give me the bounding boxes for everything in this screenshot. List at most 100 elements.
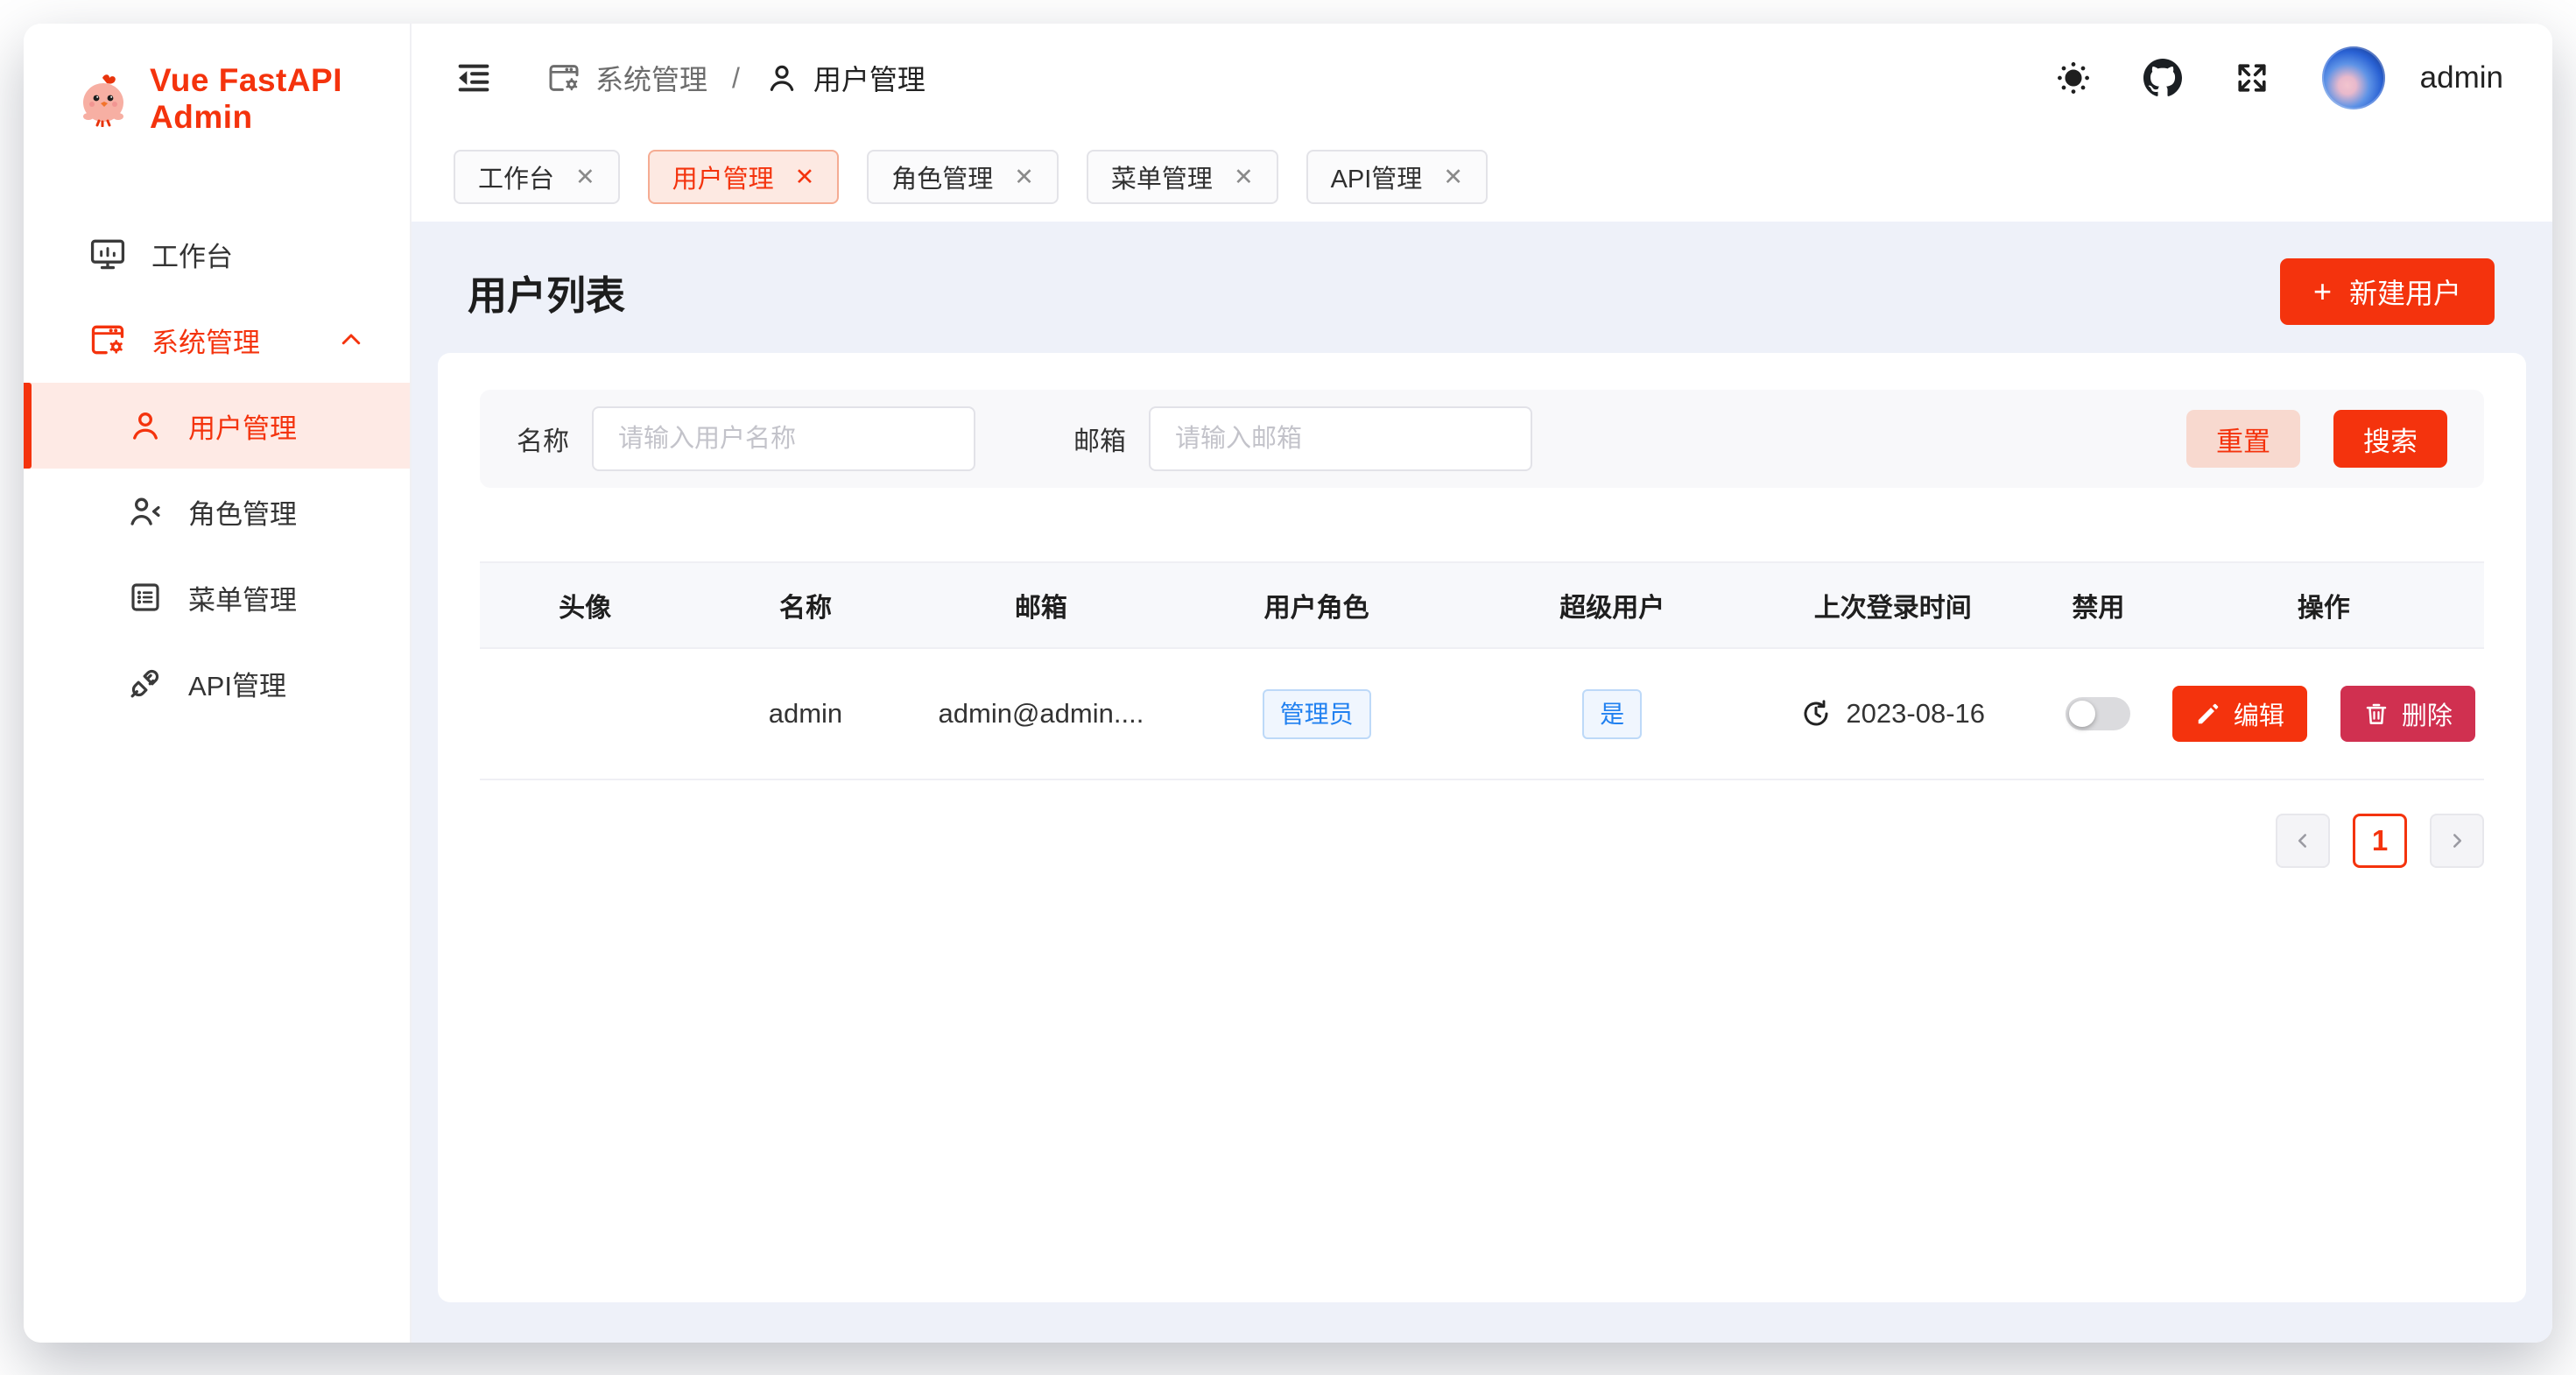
tab-label: 角色管理 — [891, 159, 993, 195]
page-title: 用户列表 — [468, 264, 625, 321]
close-icon[interactable]: ✕ — [575, 166, 595, 189]
main-area: 系统管理 / 用户管理 — [412, 24, 2552, 1343]
cell-superuser: 是 — [1472, 689, 1752, 739]
superuser-tag: 是 — [1582, 689, 1642, 739]
logo[interactable]: Vue FastAPI Admin — [24, 24, 410, 136]
page-header: 用户列表 + 新建用户 — [438, 222, 2526, 353]
cell-actions: 编辑 删除 — [2164, 686, 2484, 742]
pagination-next-button[interactable] — [2430, 814, 2484, 868]
window-gear-icon — [546, 60, 581, 95]
user-list-card: 名称 邮箱 重置 搜索 头像 名称 邮箱 用户角色 — [438, 353, 2526, 1302]
close-icon[interactable]: ✕ — [1234, 166, 1254, 189]
column-header-last-login: 上次登录时间 — [1752, 586, 2032, 624]
sidebar-item-api-management[interactable]: API管理 — [24, 640, 410, 726]
list-icon — [127, 579, 164, 616]
window-gear-icon — [88, 321, 127, 359]
disabled-toggle[interactable] — [2066, 697, 2130, 730]
header-actions: admin — [2054, 46, 2503, 109]
search-button[interactable]: 搜索 — [2333, 410, 2447, 468]
sidebar: Vue FastAPI Admin 工作台 — [24, 24, 412, 1343]
name-filter-label: 名称 — [517, 420, 569, 458]
close-icon[interactable]: ✕ — [795, 166, 815, 189]
breadcrumb-label: 系统管理 — [595, 58, 707, 98]
plus-icon: + — [2313, 276, 2332, 307]
new-user-button-label: 新建用户 — [2349, 271, 2461, 312]
screenshot-canvas: Vue FastAPI Admin 工作台 — [0, 0, 2576, 1375]
pagination-page-1[interactable]: 1 — [2353, 814, 2407, 868]
tab-api-management[interactable]: API管理 ✕ — [1306, 150, 1488, 204]
monitor-icon — [88, 235, 127, 273]
sidebar-menu: 工作台 系统管理 — [24, 211, 410, 726]
chicken-logo-icon — [76, 71, 132, 127]
tab-label: 工作台 — [478, 159, 554, 195]
app-title: Vue FastAPI Admin — [150, 62, 410, 136]
column-header-role: 用户角色 — [1161, 586, 1472, 624]
close-icon[interactable]: ✕ — [1443, 166, 1463, 189]
new-user-button[interactable]: + 新建用户 — [2280, 258, 2495, 325]
sidebar-item-system[interactable]: 系统管理 — [24, 297, 410, 383]
email-filter-input[interactable] — [1149, 406, 1532, 471]
pagination: 1 — [480, 814, 2484, 868]
sidebar-item-user-management[interactable]: 用户管理 — [24, 383, 410, 469]
sidebar-collapse-icon[interactable] — [454, 58, 494, 98]
tab-role-management[interactable]: 角色管理 ✕ — [867, 150, 1059, 204]
app-window: Vue FastAPI Admin 工作台 — [24, 24, 2552, 1343]
tab-label: 用户管理 — [672, 159, 774, 195]
fullscreen-icon[interactable] — [2233, 59, 2271, 97]
tab-label: 菜单管理 — [1111, 159, 1213, 195]
column-header-disabled: 禁用 — [2033, 586, 2164, 624]
user-avatar[interactable] — [2322, 46, 2385, 109]
role-tag: 管理员 — [1263, 689, 1371, 739]
edit-button[interactable]: 编辑 — [2172, 686, 2307, 742]
tab-user-management[interactable]: 用户管理 ✕ — [648, 150, 840, 204]
column-header-email: 邮箱 — [921, 586, 1162, 624]
email-filter-label: 邮箱 — [1073, 420, 1126, 458]
sidebar-item-label: 用户管理 — [188, 406, 297, 446]
plug-icon — [127, 665, 164, 702]
cell-name: admin — [690, 698, 920, 730]
sidebar-item-label: 工作台 — [151, 235, 233, 274]
column-header-name: 名称 — [690, 586, 920, 624]
breadcrumb: 系统管理 / 用户管理 — [546, 58, 926, 98]
header-username[interactable]: admin — [2420, 60, 2503, 95]
tab-workbench[interactable]: 工作台 ✕ — [454, 150, 620, 204]
column-header-superuser: 超级用户 — [1472, 586, 1752, 624]
users-table: 头像 名称 邮箱 用户角色 超级用户 上次登录时间 禁用 操作 admin — [480, 561, 2484, 780]
column-header-avatar: 头像 — [480, 586, 690, 624]
delete-button[interactable]: 删除 — [2340, 686, 2475, 742]
sidebar-item-role-management[interactable]: 角色管理 — [24, 469, 410, 554]
cell-last-login: 2023-08-16 — [1752, 698, 2032, 730]
close-icon[interactable]: ✕ — [1014, 166, 1034, 189]
sidebar-item-label: 系统管理 — [151, 321, 260, 360]
person-role-icon — [127, 493, 164, 530]
github-icon[interactable] — [2143, 59, 2182, 97]
pagination-prev-button[interactable] — [2276, 814, 2330, 868]
pencil-icon — [2195, 701, 2221, 727]
tab-menu-management[interactable]: 菜单管理 ✕ — [1087, 150, 1278, 204]
cell-email: admin@admin.... — [921, 698, 1162, 730]
tab-label: API管理 — [1331, 159, 1423, 195]
sidebar-item-workbench[interactable]: 工作台 — [24, 211, 410, 297]
table-row: admin admin@admin.... 管理员 是 — [480, 649, 2484, 780]
person-icon — [127, 407, 164, 444]
cell-disabled — [2033, 697, 2164, 730]
theme-sun-icon[interactable] — [2054, 59, 2093, 97]
sidebar-item-menu-management[interactable]: 菜单管理 — [24, 554, 410, 640]
breadcrumb-item-user[interactable]: 用户管理 — [764, 58, 926, 98]
last-login-value: 2023-08-16 — [1846, 698, 1985, 730]
reset-button[interactable]: 重置 — [2186, 410, 2300, 468]
tab-bar: 工作台 ✕ 用户管理 ✕ 角色管理 ✕ 菜单管理 ✕ API管理 ✕ — [412, 132, 2552, 222]
column-header-actions: 操作 — [2164, 586, 2484, 624]
breadcrumb-separator: / — [732, 62, 740, 95]
filter-bar: 名称 邮箱 重置 搜索 — [480, 390, 2484, 488]
delete-button-label: 删除 — [2402, 695, 2453, 732]
table-header-row: 头像 名称 邮箱 用户角色 超级用户 上次登录时间 禁用 操作 — [480, 561, 2484, 649]
person-icon — [764, 60, 799, 95]
content-area: 用户列表 + 新建用户 名称 邮箱 重置 搜索 — [412, 222, 2552, 1343]
cell-role: 管理员 — [1161, 689, 1472, 739]
top-header: 系统管理 / 用户管理 — [412, 24, 2552, 132]
breadcrumb-item-system[interactable]: 系统管理 — [546, 58, 707, 98]
edit-button-label: 编辑 — [2234, 695, 2284, 732]
name-filter-input[interactable] — [592, 406, 975, 471]
clock-icon — [1800, 698, 1832, 730]
